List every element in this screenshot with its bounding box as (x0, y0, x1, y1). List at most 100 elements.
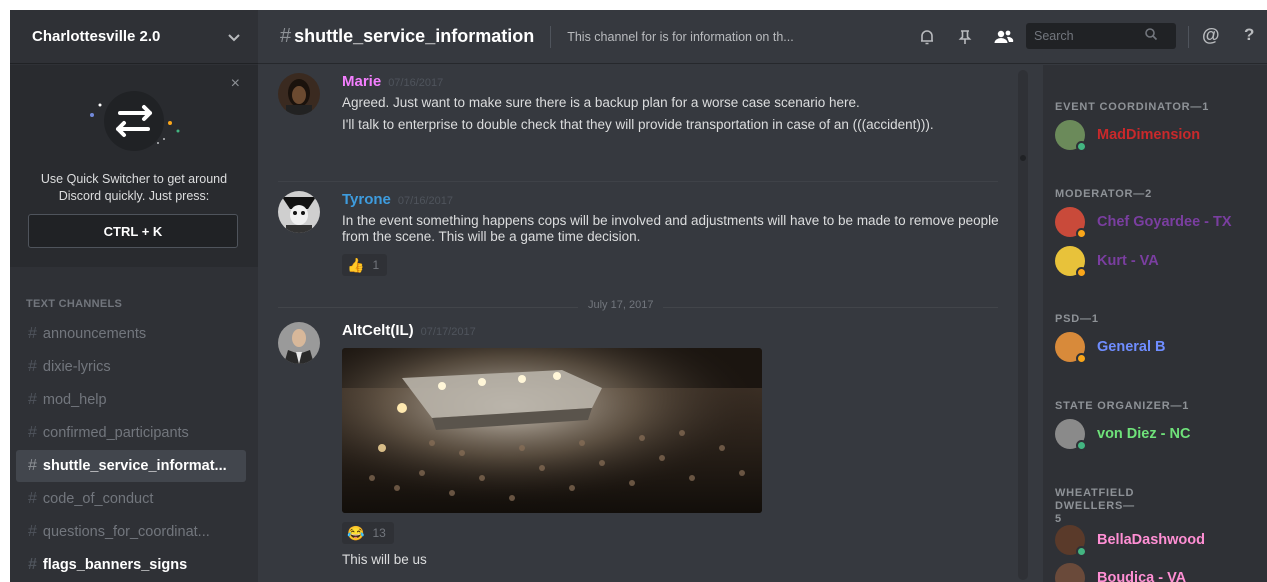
server-header[interactable]: Charlottesville 2.0 (10, 10, 258, 64)
help-icon[interactable]: ? (1244, 25, 1254, 45)
message-body: Tyrone 07/16/2017 In the event something… (342, 191, 1002, 276)
search-box[interactable] (1026, 23, 1176, 49)
status-indicator (1076, 353, 1087, 364)
role-header: PSD—1 (1055, 313, 1099, 325)
member-name: Boudica - VA (1097, 570, 1187, 582)
server-name: Charlottesville 2.0 (32, 28, 161, 45)
search-icon[interactable] (1144, 27, 1158, 46)
role-header: EVENT COORDINATOR—1 (1055, 101, 1210, 113)
avatar (1055, 525, 1087, 557)
chevron-down-icon[interactable] (228, 29, 240, 45)
pin-icon[interactable] (946, 28, 984, 46)
member-item[interactable]: BellaDashwood (1055, 523, 1205, 557)
laughing-emoji: 😂 (347, 524, 365, 541)
hash-icon: # (28, 424, 37, 441)
reaction-count: 13 (372, 526, 386, 540)
author-name[interactable]: AltCelt(IL) (342, 322, 414, 339)
status-indicator (1076, 267, 1087, 278)
channel-item[interactable]: # mod_help (16, 384, 246, 416)
hash-icon: # (28, 490, 37, 507)
chat-area: # shuttle_service_information This chann… (258, 10, 1267, 582)
avatar[interactable] (278, 322, 320, 364)
close-icon[interactable]: × (231, 75, 240, 93)
mentions-icon[interactable]: @ (1202, 25, 1220, 46)
message-text: Agreed. Just want to make sure there is … (342, 95, 860, 110)
avatar[interactable] (278, 73, 320, 115)
role-header: MODERATOR—2 (1055, 188, 1153, 200)
channel-item[interactable]: # questions_for_coordinat... (16, 516, 246, 548)
bell-icon[interactable] (908, 28, 946, 46)
channel-item[interactable]: # confirmed_participants (16, 417, 246, 449)
channel-item[interactable]: # code_of_conduct (16, 483, 246, 515)
member-item[interactable]: Boudica - VA (1055, 561, 1186, 582)
avatar (1055, 207, 1087, 239)
member-list-icon[interactable] (984, 28, 1022, 46)
timestamp: 07/17/2017 (420, 326, 476, 338)
quick-switcher-popout: × Use Quick Switcher to get around Disco… (10, 65, 258, 267)
message-text: I'll talk to enterprise to double check … (342, 117, 934, 132)
message-text: This will be us (342, 552, 427, 567)
search-input[interactable] (1034, 29, 1144, 43)
hash-icon: # (280, 25, 292, 47)
channel-item[interactable]: # announcements (16, 318, 246, 350)
status-indicator (1076, 228, 1087, 239)
toolbar-divider (1188, 26, 1189, 48)
message-list: Marie 07/16/2017 Agreed. Just want to ma… (258, 65, 1018, 582)
message-scrollbar[interactable] (1018, 70, 1028, 580)
thumbs-up-emoji: 👍 (347, 256, 365, 273)
channel-label: mod_help (42, 392, 107, 408)
hash-icon: # (28, 358, 37, 375)
channel-sidebar: Charlottesville 2.0 × Use Quick Switcher… (10, 10, 258, 582)
hash-icon: # (28, 523, 37, 540)
member-name: General B (1097, 339, 1166, 355)
message-body: Marie 07/16/2017 Agreed. Just want to ma… (342, 73, 1002, 133)
channel-label: dixie-lyrics (42, 359, 111, 375)
avatar[interactable] (278, 191, 320, 233)
text-channels-header[interactable]: TEXT CHANNELS (26, 298, 122, 310)
member-list: EVENT COORDINATOR—1 MadDimension MODERAT… (1043, 65, 1267, 582)
avatar (1055, 120, 1087, 152)
avatar (1055, 332, 1087, 364)
member-item[interactable]: Kurt - VA (1055, 244, 1159, 278)
author-name[interactable]: Marie (342, 73, 381, 90)
author-name[interactable]: Tyrone (342, 191, 391, 208)
channel-title: shuttle_service_information (294, 26, 535, 46)
reaction-thumbs-up[interactable]: 👍 1 (342, 254, 388, 276)
channel-label: confirmed_participants (42, 425, 189, 441)
status-indicator (1076, 546, 1087, 557)
member-item[interactable]: MadDimension (1055, 118, 1200, 152)
hash-icon: # (28, 457, 37, 474)
channel-item[interactable]: # dixie-lyrics (16, 351, 246, 383)
status-indicator (1076, 141, 1087, 152)
message-text: In the event something happens cops will… (342, 213, 999, 244)
status-indicator (1076, 440, 1087, 451)
header-divider (550, 25, 552, 48)
avatar (1055, 246, 1087, 278)
scroll-thumb[interactable] (1020, 155, 1026, 161)
member-item[interactable]: General B (1055, 330, 1166, 364)
message-header: Marie 07/16/2017 (342, 73, 1002, 93)
channel-label: questions_for_coordinat... (42, 524, 210, 540)
hash-icon: # (28, 325, 37, 342)
role-header: WHEATFIELD DWELLERS—5 (1055, 487, 1135, 525)
hash-icon: # (28, 556, 37, 573)
reaction-count: 1 (372, 258, 380, 272)
avatar (1055, 419, 1087, 451)
hash-icon: # (28, 391, 37, 408)
channel-item-active[interactable]: # shuttle_service_informat... (16, 450, 246, 482)
avatar (1055, 563, 1085, 582)
attached-image-crowd[interactable] (342, 348, 762, 513)
channel-label: code_of_conduct (42, 491, 154, 507)
member-name: MadDimension (1097, 127, 1201, 143)
reaction-joy[interactable]: 😂 13 (342, 522, 394, 544)
member-name: Chef Goyardee - TX (1097, 214, 1232, 230)
channel-list: # announcements # dixie-lyrics # mod_help #… (16, 318, 246, 582)
quick-switcher-shortcut[interactable]: CTRL + K (28, 214, 238, 248)
member-item[interactable]: von Diez - NC (1055, 417, 1190, 451)
channel-topic[interactable]: This channel for is for information on t… (567, 30, 857, 44)
member-item[interactable]: Chef Goyardee - TX (1055, 205, 1232, 239)
channel-item-unread[interactable]: # flags_banners_signs (16, 549, 246, 581)
channel-header: # shuttle_service_information This chann… (258, 10, 1267, 64)
timestamp: 07/16/2017 (397, 195, 453, 207)
member-name: Kurt - VA (1097, 253, 1159, 269)
